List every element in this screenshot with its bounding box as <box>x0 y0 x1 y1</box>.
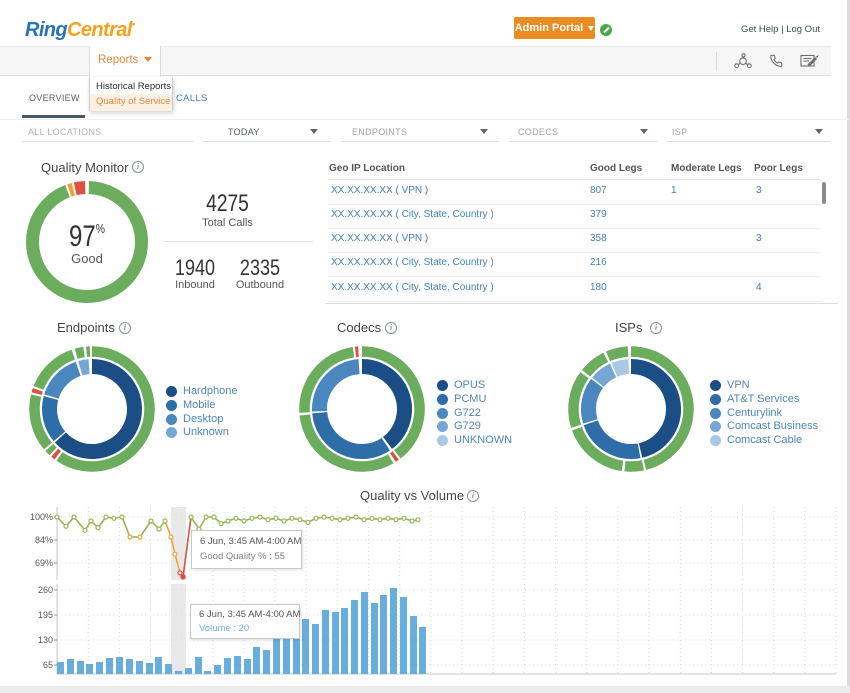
svg-text:100%: 100% <box>30 512 53 522</box>
svg-text:195: 195 <box>38 610 53 620</box>
svg-text:130: 130 <box>38 635 53 645</box>
svg-text:260: 260 <box>38 585 53 595</box>
svg-text:84%: 84% <box>35 535 53 545</box>
svg-text:65: 65 <box>43 660 53 670</box>
svg-text:69%: 69% <box>35 558 53 568</box>
